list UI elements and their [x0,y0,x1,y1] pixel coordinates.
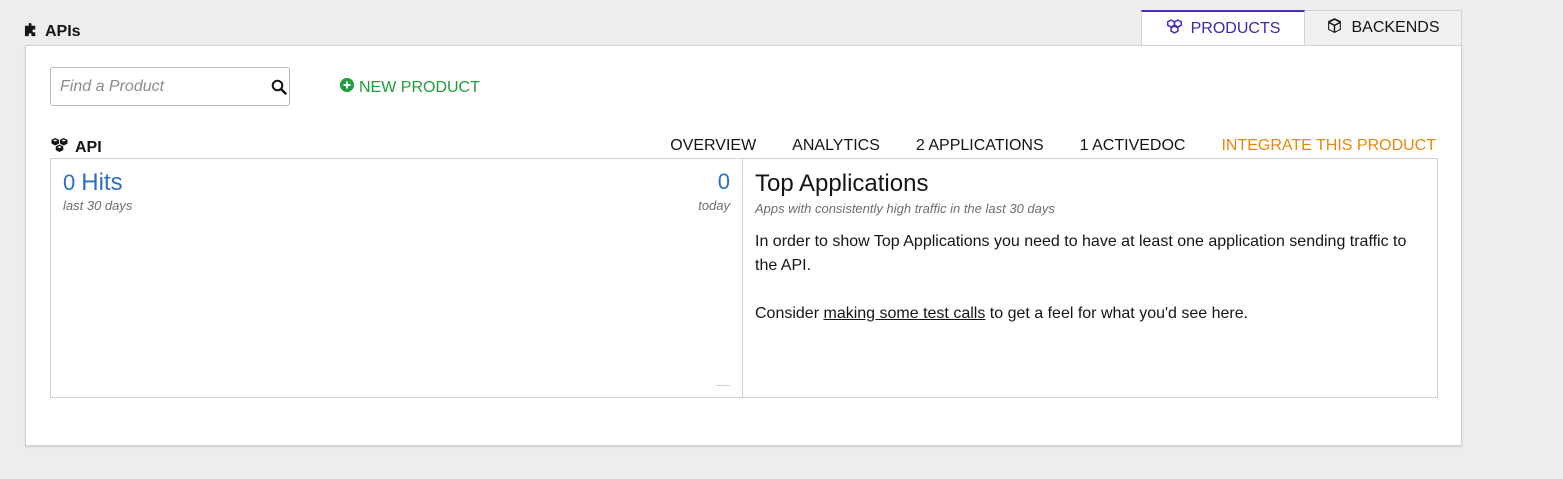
top-applications-message: In order to show Top Applications you ne… [755,230,1425,326]
hits-count-value: 0 [63,170,76,195]
page-title: APIs [24,22,81,42]
product-nav: OVERVIEW ANALYTICS 2 APPLICATIONS 1 ACTI… [670,137,1436,155]
tab-backends-label: BACKENDS [1351,19,1440,36]
tab-backends[interactable]: BACKENDS [1305,10,1462,46]
analytics-link[interactable]: ANALYTICS [792,137,880,155]
overview-link[interactable]: OVERVIEW [670,137,756,155]
integrate-product-link[interactable]: INTEGRATE THIS PRODUCT [1221,137,1436,155]
new-product-button[interactable]: NEW PRODUCT [340,78,480,97]
products-card: NEW PRODUCT API OVERVIEW ANALYTICS 2 APP… [25,45,1462,446]
cube-icon [1326,17,1343,39]
product-backend-tabs: PRODUCTS BACKENDS [1141,10,1462,46]
today-hits-count: 0 [717,169,730,194]
hint-prefix: Consider [755,305,824,322]
top-applications-panel: Top Applications Apps with consistently … [743,159,1437,397]
product-name-text: API [75,138,102,156]
tab-products-label: PRODUCTS [1190,19,1281,37]
applications-link[interactable]: 2 APPLICATIONS [916,137,1044,155]
page: APIs PRODUCTS BACKENDS NEW PRODU [0,0,1563,479]
product-search [50,67,290,106]
cubes-icon [1166,18,1183,40]
hits-panel: 0 Hits last 30 days 0 today [51,159,743,397]
search-icon [271,79,287,95]
plus-circle-icon [340,78,354,97]
search-input[interactable] [51,68,268,105]
search-button[interactable] [268,68,289,105]
top-applications-subtitle: Apps with consistently high traffic in t… [755,201,1055,216]
page-title-text: APIs [45,23,81,40]
hits-count[interactable]: 0 Hits [63,169,123,197]
top-applications-title: Top Applications [755,170,929,197]
hits-label: Hits [81,169,123,196]
test-calls-link[interactable]: making some test calls [823,305,985,322]
hits-sparkline [716,385,730,386]
puzzle-icon [24,22,39,42]
product-title[interactable]: API [50,137,102,158]
cubes-icon [50,137,69,158]
test-calls-hint: Consider making some test calls to get a… [755,302,1425,326]
hits-period: last 30 days [63,198,133,213]
tab-products[interactable]: PRODUCTS [1141,10,1305,46]
hint-suffix: to get a feel for what you'd see here. [985,305,1249,322]
today-label: today [698,198,730,213]
activedocs-link[interactable]: 1 ACTIVEDOC [1080,137,1186,155]
product-dashboard: 0 Hits last 30 days 0 today Top Applicat… [50,158,1438,398]
new-product-label: NEW PRODUCT [359,78,480,96]
empty-state-text: In order to show Top Applications you ne… [755,233,1407,274]
